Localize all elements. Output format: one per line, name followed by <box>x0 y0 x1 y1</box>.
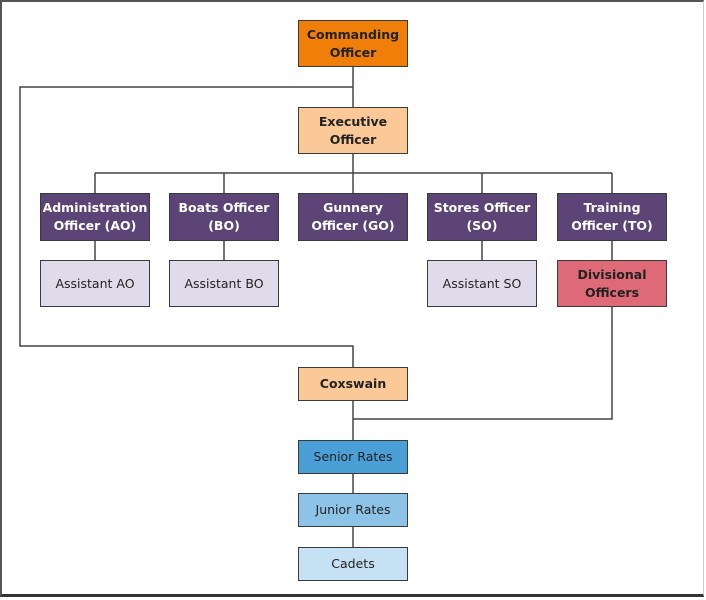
node-assistant-so: Assistant SO <box>427 260 537 307</box>
node-label: Executive Officer <box>318 113 388 147</box>
node-commanding-officer: Commanding Officer <box>298 20 408 67</box>
node-label: Commanding Officer <box>306 26 400 60</box>
node-administration-officer: Administration Officer (AO) <box>40 193 150 241</box>
node-assistant-ao: Assistant AO <box>40 260 150 307</box>
node-senior-rates: Senior Rates <box>298 440 408 474</box>
node-label: Administration Officer (AO) <box>42 200 148 233</box>
node-label: Assistant BO <box>184 275 264 291</box>
node-divisional-officers: Divisional Officers <box>557 260 667 307</box>
node-training-officer: Training Officer (TO) <box>557 193 667 241</box>
node-boats-officer: Boats Officer (BO) <box>169 193 279 241</box>
node-gunnery-officer: Gunnery Officer (GO) <box>298 193 408 241</box>
node-label: Junior Rates <box>315 502 391 517</box>
node-cadets: Cadets <box>298 547 408 581</box>
node-label: Coxswain <box>319 376 387 391</box>
node-executive-officer: Executive Officer <box>298 107 408 154</box>
node-coxswain: Coxswain <box>298 367 408 401</box>
node-label: Cadets <box>331 556 375 571</box>
node-label: Assistant SO <box>442 275 522 291</box>
node-stores-officer: Stores Officer (SO) <box>427 193 537 241</box>
node-label: Gunnery Officer (GO) <box>311 200 395 233</box>
node-assistant-bo: Assistant BO <box>169 260 279 307</box>
node-label: Assistant AO <box>55 275 135 291</box>
node-label: Training Officer (TO) <box>571 200 653 233</box>
node-label: Stores Officer (SO) <box>433 200 531 233</box>
edge-div-cox <box>353 306 613 420</box>
node-label: Boats Officer (BO) <box>178 200 270 233</box>
node-label: Divisional Officers <box>577 266 647 300</box>
node-junior-rates: Junior Rates <box>298 493 408 527</box>
node-label: Senior Rates <box>313 449 393 464</box>
